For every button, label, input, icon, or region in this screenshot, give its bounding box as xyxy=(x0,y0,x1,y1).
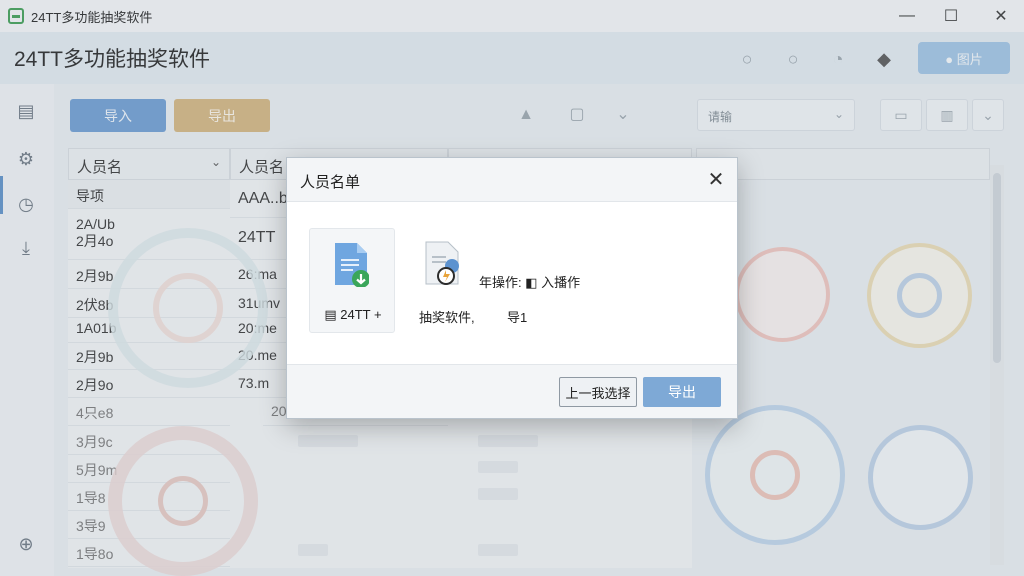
export-confirm-button[interactable]: 导出 xyxy=(643,377,721,407)
dialog-text-software: 抽奖软件, xyxy=(419,310,475,325)
new-file-tile[interactable]: ▤ 24TT + xyxy=(309,228,395,333)
close-icon[interactable]: ✕ xyxy=(703,167,729,193)
dialog-text-import: 导1 xyxy=(507,310,528,325)
previous-button[interactable]: 上一我选择 xyxy=(559,377,637,407)
dialog-text-operation: 年操作: ◧ 入播作 xyxy=(479,275,581,290)
new-document-icon xyxy=(335,243,369,287)
tile-label: ▤ 24TT + xyxy=(324,307,382,322)
import-file-icon[interactable] xyxy=(424,240,460,286)
roster-dialog: 人员名单 ✕ ▤ 24TT + 年操作: ◧ 入播作 抽奖软件, 导1 上一我选… xyxy=(286,157,738,419)
dialog-header: 人员名单 ✕ xyxy=(287,158,737,202)
dialog-footer: 上一我选择 导出 xyxy=(287,364,737,418)
dialog-title: 人员名单 xyxy=(300,174,361,191)
